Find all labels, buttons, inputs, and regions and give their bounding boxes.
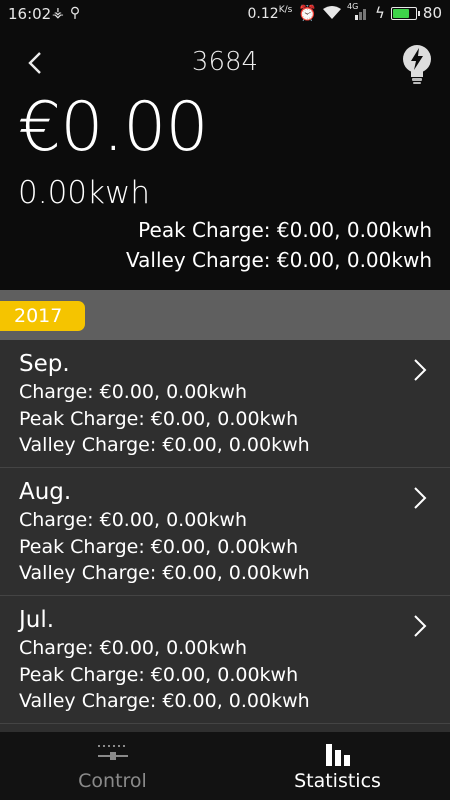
alarm-icon: ⏰ <box>298 4 317 22</box>
month-name: Jul. <box>19 607 55 633</box>
bottom-navigation: Control Statistics <box>0 732 450 800</box>
month-charge: Charge: €0.00, 0.00kwh <box>19 509 247 531</box>
month-item-jul[interactable]: Jul. Charge: €0.00, 0.00kwh Peak Charge:… <box>0 596 450 724</box>
chevron-right-icon[interactable] <box>410 484 430 512</box>
month-charge: Charge: €0.00, 0.00kwh <box>19 637 247 659</box>
chevron-right-icon[interactable] <box>410 356 430 384</box>
year-badge[interactable]: 2017 <box>0 301 85 331</box>
battery-fill <box>392 8 409 18</box>
usb-icon: ⚲ <box>69 5 87 21</box>
tab-statistics-label: Statistics <box>294 770 381 792</box>
status-time: 16:02 <box>8 5 52 23</box>
month-name: Sep. <box>19 351 70 377</box>
tab-control[interactable]: Control <box>0 732 225 800</box>
battery-level: 80 <box>422 4 442 22</box>
month-item-aug[interactable]: Aug. Charge: €0.00, 0.00kwh Peak Charge:… <box>0 468 450 596</box>
tab-statistics[interactable]: Statistics <box>225 732 450 800</box>
network-speed: 0.12K/s <box>247 5 293 22</box>
month-charge: Charge: €0.00, 0.00kwh <box>19 381 247 403</box>
charging-icon: ϟ <box>375 4 385 22</box>
device-id-title: 3684 <box>191 47 259 77</box>
month-item-sep[interactable]: Sep. Charge: €0.00, 0.00kwh Peak Charge:… <box>0 340 450 468</box>
status-right: 0.12K/s ⏰ 4G ϟ 80 <box>247 2 442 22</box>
total-energy: 0.00kwh <box>18 175 150 211</box>
month-peak-charge: Peak Charge: €0.00, 0.00kwh <box>19 536 299 558</box>
month-valley-charge: Valley Charge: €0.00, 0.00kwh <box>19 690 310 712</box>
battery-icon <box>390 6 420 20</box>
chevron-right-icon[interactable] <box>410 612 430 640</box>
signal-icon: 4G <box>347 2 369 20</box>
month-name: Aug. <box>19 479 72 505</box>
tab-control-label: Control <box>78 770 147 792</box>
sliders-icon <box>97 745 128 760</box>
month-peak-charge: Peak Charge: €0.00, 0.00kwh <box>19 664 299 686</box>
usb-debug-icon: ⚶ <box>52 5 70 21</box>
month-peak-charge: Peak Charge: €0.00, 0.00kwh <box>19 408 299 430</box>
year-section-header: 2017 <box>0 290 450 340</box>
bar-chart-icon <box>325 744 350 766</box>
status-bar: 16:02 ⚶⚲ 0.12K/s ⏰ 4G ϟ 80 <box>0 0 450 30</box>
lightbulb-icon <box>403 45 431 84</box>
wifi-icon <box>323 6 341 19</box>
month-valley-charge: Valley Charge: €0.00, 0.00kwh <box>19 434 310 456</box>
lightbulb-button[interactable] <box>398 42 436 86</box>
month-list[interactable]: Sep. Charge: €0.00, 0.00kwh Peak Charge:… <box>0 340 450 732</box>
summary-header: 3684 €0.00 0.00kwh Peak Charge: €0.00, 0… <box>0 30 450 290</box>
network-type-label: 4G <box>347 2 359 11</box>
month-valley-charge: Valley Charge: €0.00, 0.00kwh <box>19 562 310 584</box>
summary-valley-charge: Valley Charge: €0.00, 0.00kwh <box>126 248 432 272</box>
summary-peak-charge: Peak Charge: €0.00, 0.00kwh <box>138 218 432 242</box>
total-amount: €0.00 <box>18 88 209 167</box>
status-left-icons: ⚶⚲ <box>52 5 86 21</box>
